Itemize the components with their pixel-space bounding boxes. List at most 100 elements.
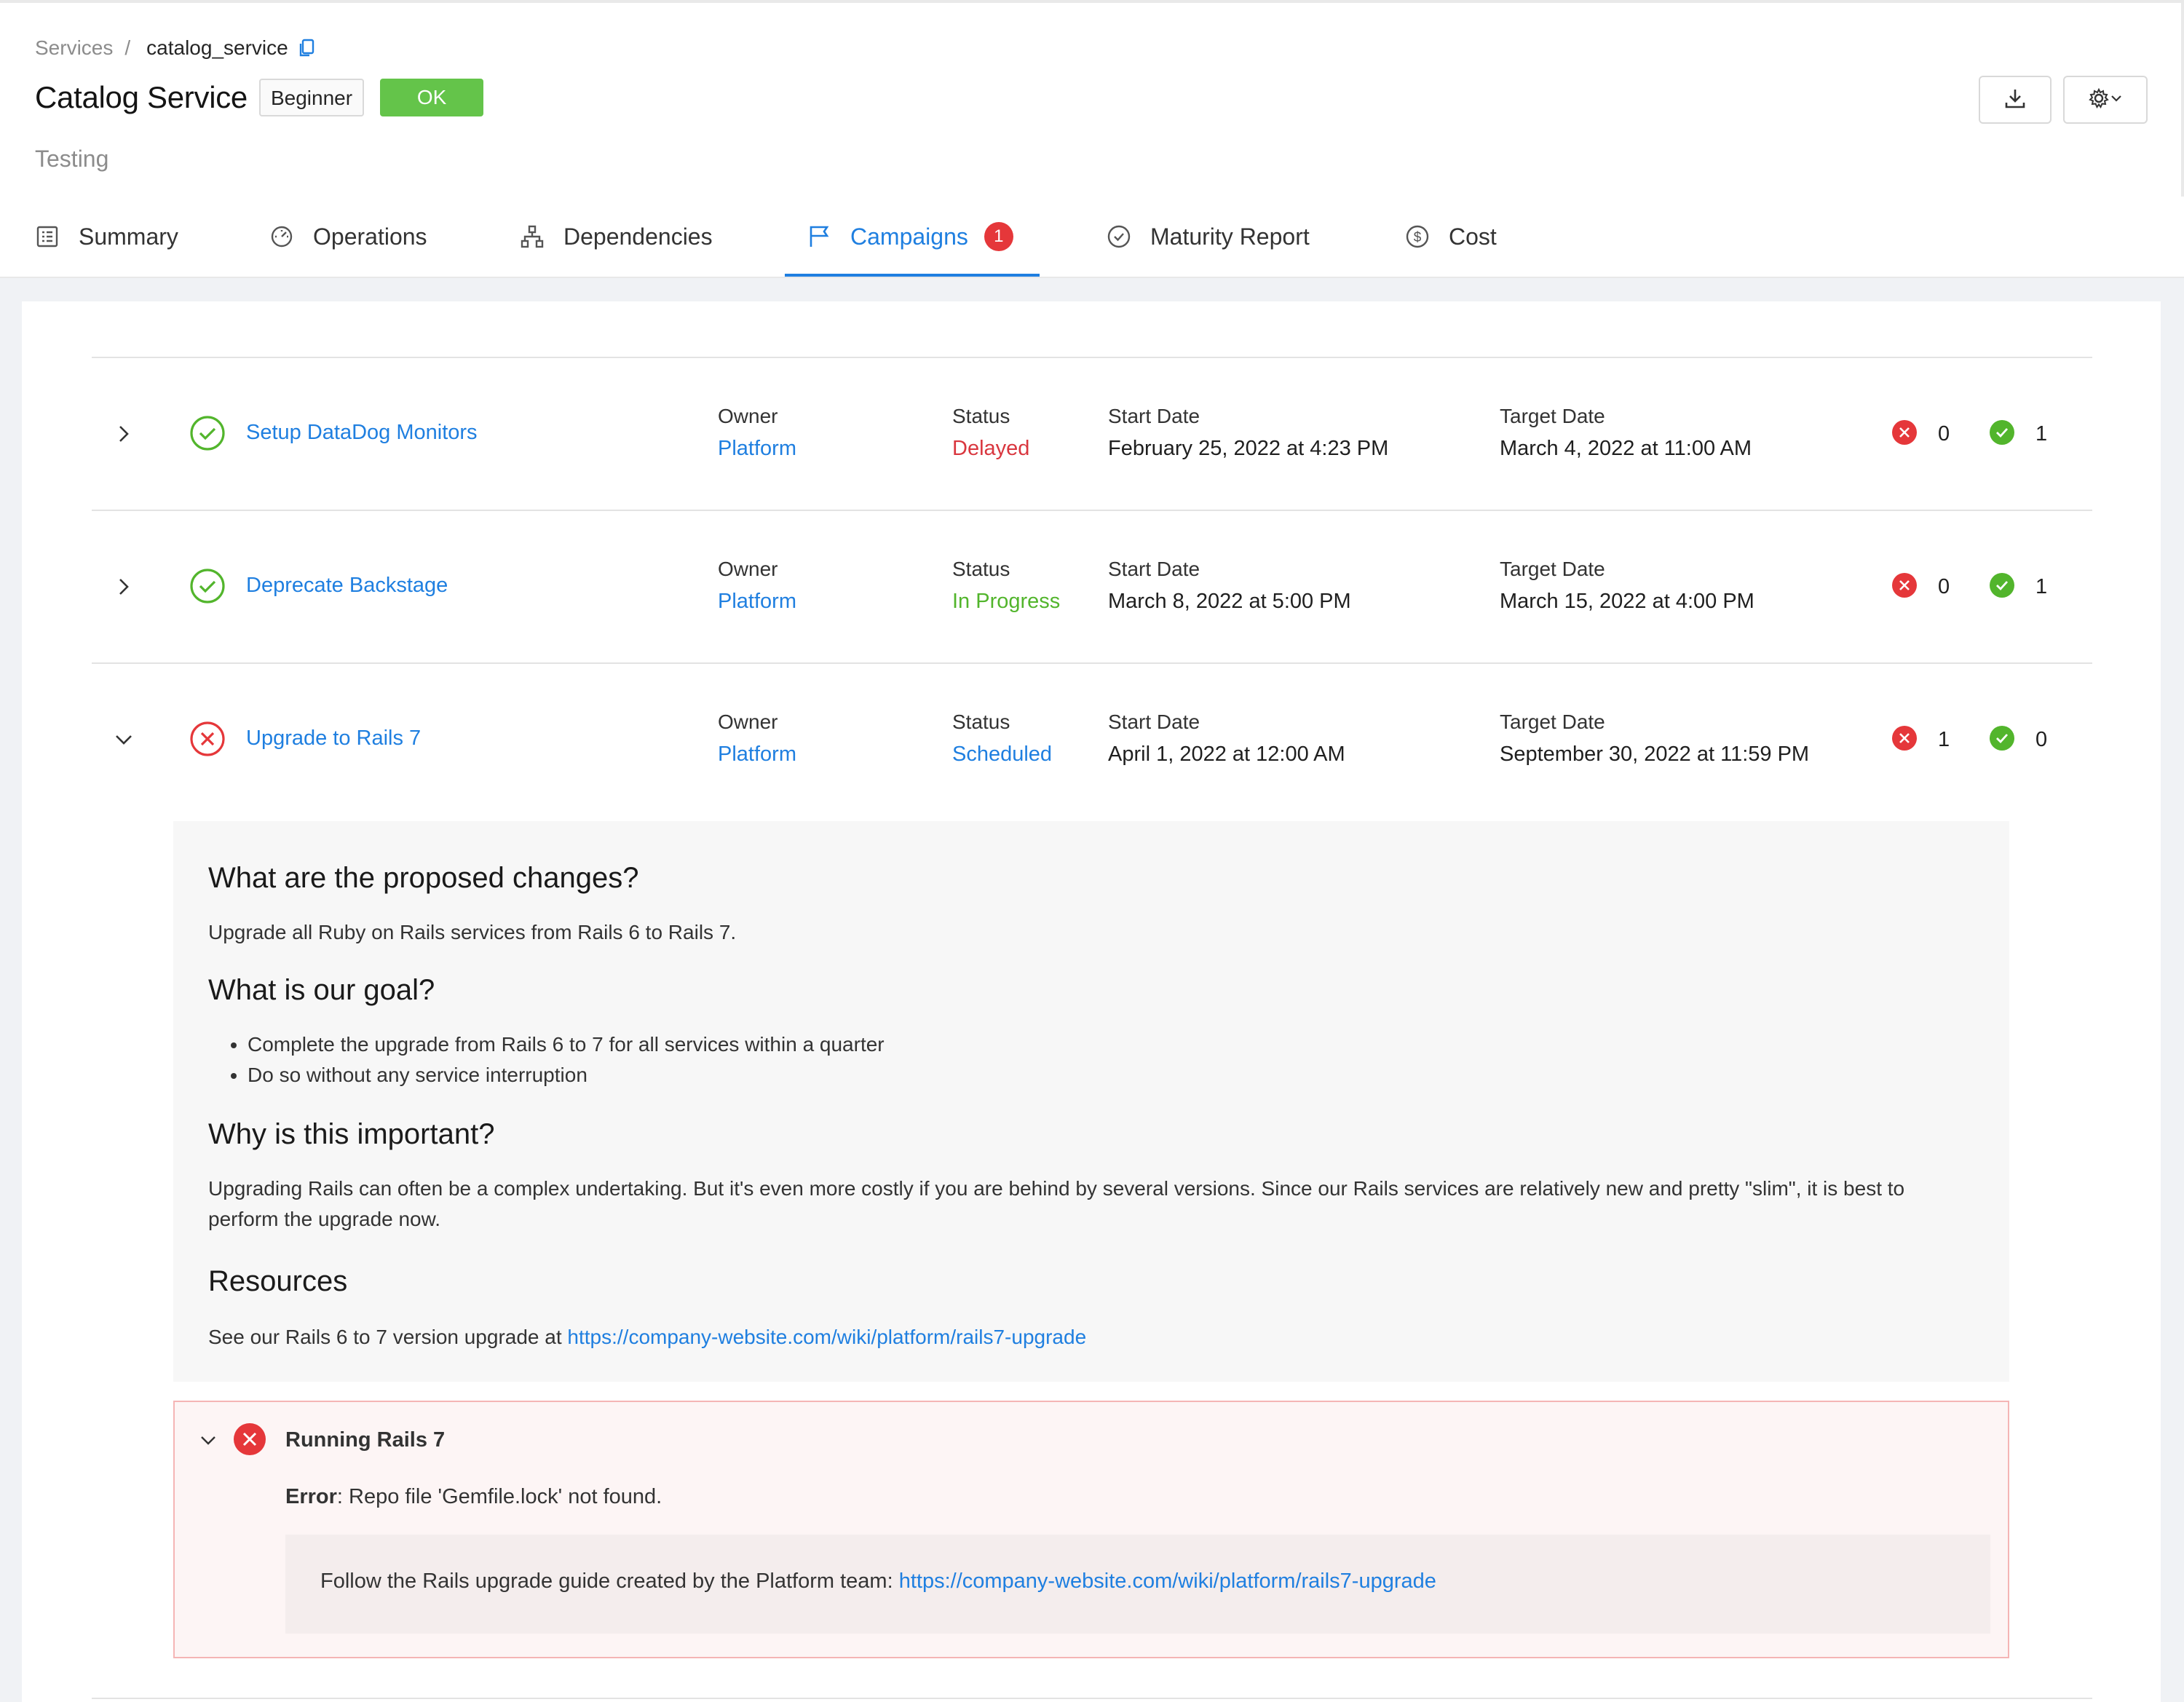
section-heading: Why is this important?: [208, 1118, 495, 1150]
hierarchy-icon: [520, 224, 545, 249]
status-label: Status: [952, 405, 1010, 427]
section-text: Upgrade all Ruby on Rails services from …: [208, 921, 737, 943]
campaign-name-link[interactable]: Upgrade to Rails 7: [246, 727, 421, 751]
tab-summary[interactable]: Summary: [35, 197, 178, 277]
owner-label: Owner: [718, 711, 778, 733]
start-date-value: April 1, 2022 at 12:00 AM: [1108, 743, 1345, 766]
active-tab-indicator: [785, 274, 1040, 277]
section-heading: Resources: [208, 1265, 348, 1297]
tab-label: Cost: [1449, 223, 1497, 250]
section-heading: What are the proposed changes?: [208, 862, 639, 894]
service-header: Services / catalog_service Catalog Servi…: [0, 0, 2184, 199]
passing-check-icon: [1989, 572, 2015, 598]
error-text: : Repo file 'Gemfile.lock' not found.: [336, 1485, 662, 1508]
error-label: Error: [285, 1485, 337, 1508]
target-date-value: September 30, 2022 at 11:59 PM: [1500, 743, 1810, 766]
start-date-label: Start Date: [1108, 558, 1200, 580]
download-icon: [2003, 86, 2027, 114]
tab-operations[interactable]: Operations: [269, 197, 427, 277]
guidance-text: Follow the Rails upgrade guide created b…: [320, 1570, 899, 1593]
tab-label: Summary: [79, 223, 178, 250]
tab-bar: Summary Operations Dependencies Campaign…: [0, 197, 2184, 278]
failing-x-icon: [189, 721, 226, 757]
status-value: Delayed: [952, 437, 1030, 460]
breadcrumb: Services / catalog_service: [35, 36, 314, 60]
owner-label: Owner: [718, 405, 778, 427]
target-date-value: March 4, 2022 at 11:00 AM: [1500, 437, 1752, 460]
passing-count: 1: [2035, 575, 2048, 598]
target-date-label: Target Date: [1500, 405, 1605, 427]
download-button[interactable]: [1979, 76, 2052, 124]
failing-x-icon: [1891, 572, 1918, 598]
resources-link[interactable]: https://company-website.com/wiki/platfor…: [567, 1326, 1086, 1348]
section-text: Upgrading Rails can often be a complex u…: [208, 1173, 1904, 1235]
status-label: Status: [952, 711, 1010, 733]
tab-label: Campaigns: [850, 223, 968, 250]
target-date-value: March 15, 2022 at 4:00 PM: [1500, 590, 1754, 613]
failing-count: 0: [1938, 575, 1950, 598]
guidance-link[interactable]: https://company-website.com/wiki/platfor…: [899, 1570, 1436, 1593]
check-guidance: Follow the Rails upgrade guide created b…: [285, 1535, 1990, 1634]
start-date-label: Start Date: [1108, 405, 1200, 427]
list-item: Complete the upgrade from Rails 6 to 7 f…: [248, 1029, 885, 1060]
goal-list: Complete the upgrade from Rails 6 to 7 f…: [208, 1029, 885, 1091]
failing-x-icon: [1891, 725, 1918, 751]
tab-cost[interactable]: $ Cost: [1405, 197, 1497, 277]
dashboard-icon: [269, 224, 294, 249]
status-label: Status: [952, 558, 1010, 580]
divider: [92, 1698, 2092, 1699]
check-result-failing: Running Rails 7 Error: Repo file 'Gemfil…: [173, 1401, 2009, 1658]
owner-link[interactable]: Platform: [718, 590, 796, 614]
campaign-row[interactable]: Setup DataDog Monitors Owner Platform St…: [0, 358, 2184, 511]
owner-link[interactable]: Platform: [718, 743, 796, 767]
passing-check-icon: [1989, 725, 2015, 751]
resources-text: See our Rails 6 to 7 version upgrade at: [208, 1326, 568, 1348]
breadcrumb-current: catalog_service: [146, 36, 288, 59]
passing-check-icon: [1989, 419, 2015, 446]
list-icon: [35, 224, 60, 249]
chevron-right-icon[interactable]: [112, 422, 135, 446]
chevron-right-icon[interactable]: [112, 575, 135, 598]
start-date-label: Start Date: [1108, 711, 1200, 733]
copy-icon[interactable]: [298, 39, 314, 58]
target-date-label: Target Date: [1500, 711, 1605, 733]
breadcrumb-separator: /: [124, 36, 131, 59]
tab-campaigns[interactable]: Campaigns 1: [807, 197, 1013, 277]
campaigns-count-badge: 1: [984, 222, 1013, 251]
flag-icon: [807, 224, 831, 249]
svg-text:$: $: [1414, 230, 1422, 245]
maturity-level-tag: Beginner: [258, 79, 365, 116]
breadcrumb-services-link[interactable]: Services: [35, 36, 113, 60]
dollar-circle-icon: $: [1405, 224, 1430, 249]
failing-x-icon: [1891, 419, 1918, 446]
tab-label: Maturity Report: [1150, 223, 1310, 250]
settings-dropdown-button[interactable]: [2063, 76, 2148, 124]
failing-count: 0: [1938, 422, 1950, 446]
passing-check-icon: [189, 415, 226, 451]
campaign-row-expanded[interactable]: Upgrade to Rails 7 Owner Platform Status…: [0, 664, 2184, 817]
page-title: Catalog Service: [35, 80, 248, 114]
text-line: perform the upgrade now.: [208, 1208, 441, 1230]
tab-dependencies[interactable]: Dependencies: [520, 197, 713, 277]
passing-check-icon: [189, 568, 226, 604]
gear-icon: [2088, 87, 2110, 113]
failing-x-icon: [233, 1422, 266, 1460]
tab-label: Dependencies: [563, 223, 713, 250]
campaign-name-link[interactable]: Deprecate Backstage: [246, 574, 448, 598]
section-text: See our Rails 6 to 7 version upgrade at …: [208, 1322, 1086, 1353]
campaign-row[interactable]: Deprecate Backstage Owner Platform Statu…: [0, 511, 2184, 664]
tab-maturity-report[interactable]: Maturity Report: [1107, 197, 1310, 277]
campaign-name-link[interactable]: Setup DataDog Monitors: [246, 421, 478, 445]
status-value: In Progress: [952, 590, 1061, 613]
passing-count: 0: [2035, 728, 2048, 751]
failing-count: 1: [1938, 728, 1950, 751]
campaign-description: What are the proposed changes? Upgrade a…: [173, 821, 2009, 1382]
start-date-value: February 25, 2022 at 4:23 PM: [1108, 437, 1389, 460]
chevron-down-icon[interactable]: [198, 1430, 218, 1454]
tab-label: Operations: [313, 223, 427, 250]
owner-label: Owner: [718, 558, 778, 580]
list-item: Do so without any service interruption: [248, 1060, 885, 1091]
service-subtitle: Testing: [35, 146, 109, 172]
chevron-down-icon[interactable]: [112, 728, 135, 751]
owner-link[interactable]: Platform: [718, 437, 796, 461]
